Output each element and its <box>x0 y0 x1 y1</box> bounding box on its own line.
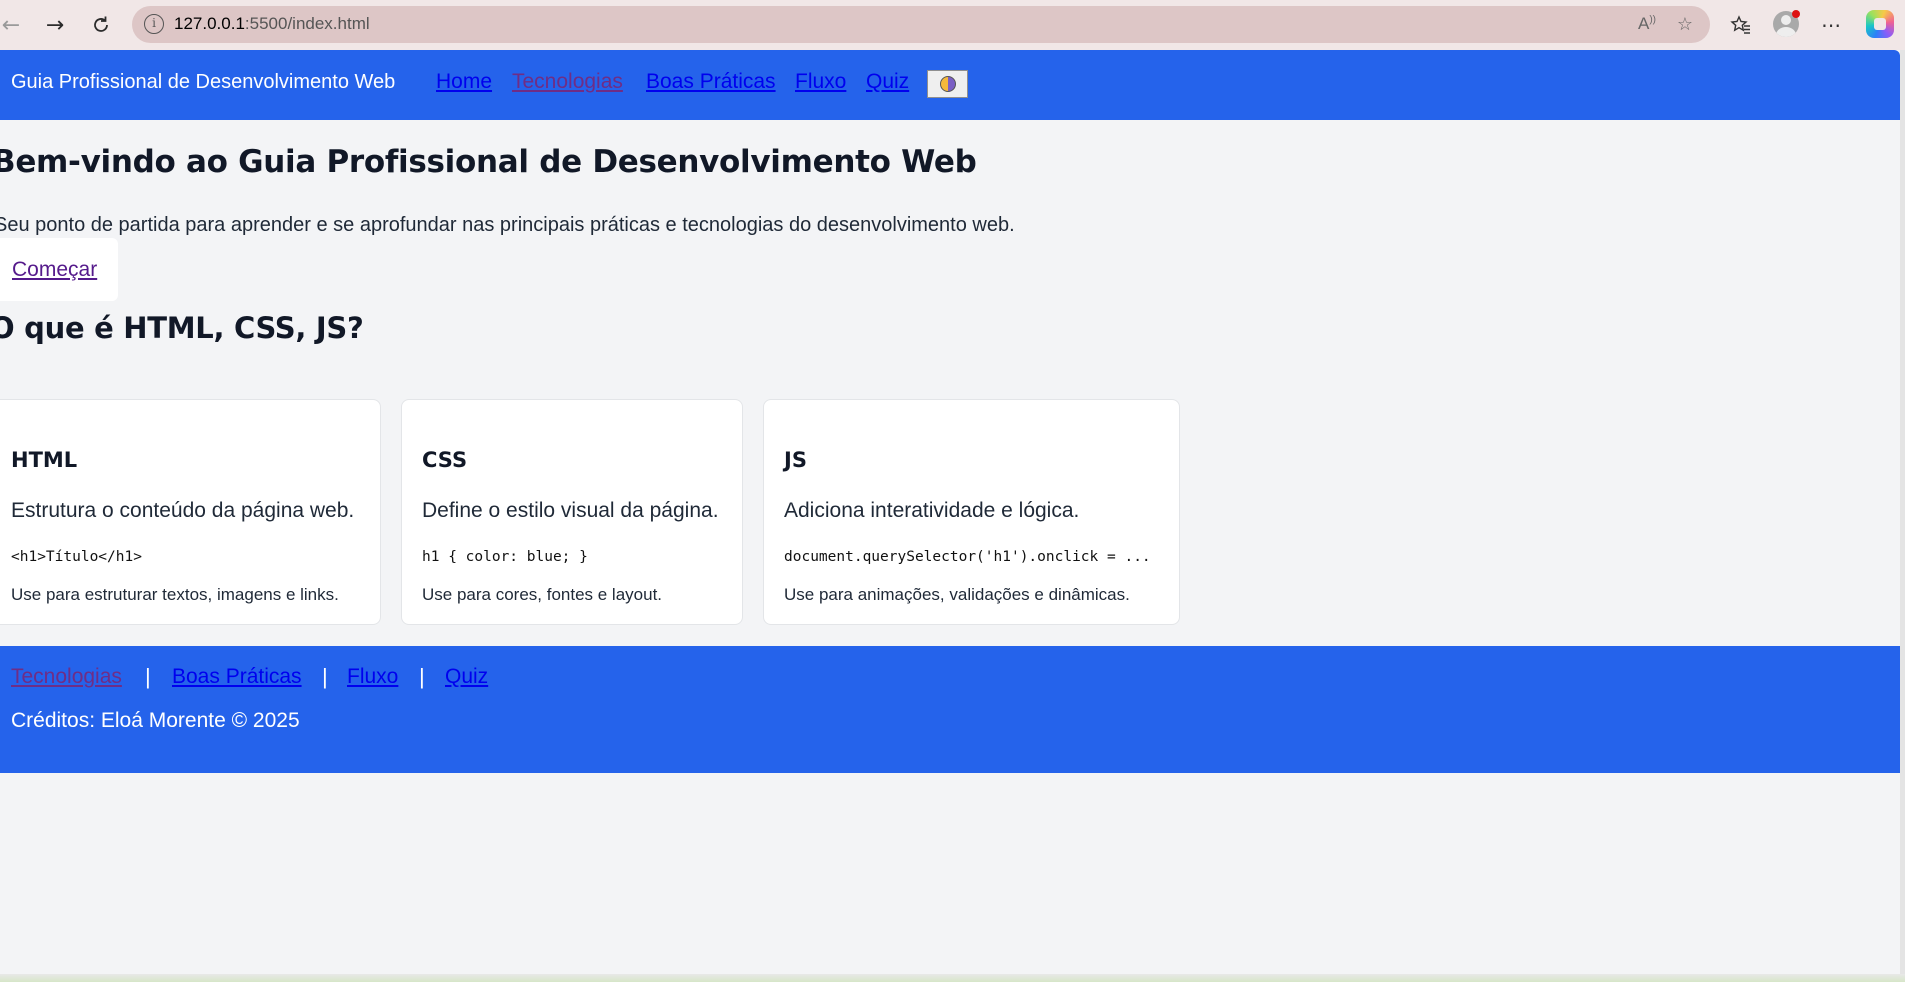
read-aloud-icon[interactable]: A)) <box>1634 11 1660 37</box>
card-title: CSS <box>422 448 468 472</box>
card-code: <h1>Título</h1> <box>11 549 142 565</box>
site-footer: Tecnologias | Boas Práticas | Fluxo | Qu… <box>0 646 1900 773</box>
page-scrollbar[interactable] <box>1900 50 1905 974</box>
footer-link-boas-praticas[interactable]: Boas Práticas <box>172 665 302 689</box>
nav-link-quiz[interactable]: Quiz <box>866 70 909 94</box>
section-title: O que é HTML, CSS, JS? <box>0 311 364 345</box>
footer-separator: | <box>419 664 425 689</box>
theme-toggle-button[interactable] <box>927 70 968 98</box>
card-code: h1 { color: blue; } <box>422 549 588 565</box>
back-button[interactable]: ← <box>0 8 28 42</box>
footer-link-fluxo[interactable]: Fluxo <box>347 665 398 689</box>
notification-dot <box>1792 10 1800 18</box>
card-code: document.querySelector('h1').onclick = .… <box>784 549 1151 565</box>
footer-link-tecnologias[interactable]: Tecnologias <box>11 665 122 689</box>
card-description: Adiciona interatividade e lógica. <box>784 499 1080 522</box>
address-bar[interactable]: i 127.0.0.1:5500/index.html A)) ☆ <box>132 6 1710 43</box>
arrow-left-icon: ← <box>1 12 21 38</box>
card-js: JS Adiciona interatividade e lógica. doc… <box>763 399 1180 625</box>
favorites-icon[interactable] <box>1726 10 1756 40</box>
nav-link-tecnologias[interactable]: Tecnologias <box>512 70 623 94</box>
star-icon[interactable]: ☆ <box>1672 11 1698 37</box>
forward-button[interactable]: → <box>38 8 72 42</box>
card-html: HTML Estrutura o conteúdo da página web.… <box>0 399 381 625</box>
site-header: Guia Profissional de Desenvolvimento Web… <box>0 50 1900 120</box>
start-link[interactable]: Começar <box>12 258 97 282</box>
nav-link-home[interactable]: Home <box>436 70 492 94</box>
browser-toolbar: ← → i 127.0.0.1:5500/index.html A)) ☆ ⋯ <box>0 0 1905 50</box>
card-css: CSS Define o estilo visual da página. h1… <box>401 399 743 625</box>
nav-link-boas-praticas[interactable]: Boas Práticas <box>646 70 776 94</box>
card-usage: Use para animações, validações e dinâmic… <box>784 585 1130 604</box>
footer-separator: | <box>145 664 151 689</box>
card-usage: Use para estruturar textos, imagens e li… <box>11 585 339 604</box>
arrow-right-icon: → <box>45 12 65 38</box>
refresh-icon <box>94 16 108 32</box>
footer-separator: | <box>322 664 328 689</box>
info-icon[interactable]: i <box>144 14 164 34</box>
footer-link-quiz[interactable]: Quiz <box>445 665 488 689</box>
footer-credits: Créditos: Eloá Morente © 2025 <box>11 709 300 732</box>
more-icon[interactable]: ⋯ <box>1816 10 1846 40</box>
window-bottom-edge <box>0 974 1905 982</box>
card-title: JS <box>784 448 807 472</box>
hero-title: Bem-vindo ao Guia Profissional de Desenv… <box>0 144 977 180</box>
card-title: HTML <box>11 448 78 472</box>
nav-link-fluxo[interactable]: Fluxo <box>795 70 846 94</box>
hero-subtitle: Seu ponto de partida para aprender e se … <box>0 214 1015 236</box>
card-description: Define o estilo visual da página. <box>422 499 719 522</box>
card-description: Estrutura o conteúdo da página web. <box>11 499 355 522</box>
page-viewport: Guia Profissional de Desenvolvimento Web… <box>0 50 1900 974</box>
theme-toggle-icon <box>939 76 956 92</box>
url-text[interactable]: 127.0.0.1:5500/index.html <box>174 14 370 34</box>
copilot-icon[interactable] <box>1866 10 1894 38</box>
refresh-button[interactable] <box>84 8 118 42</box>
site-brand: Guia Profissional de Desenvolvimento Web <box>11 71 396 93</box>
card-usage: Use para cores, fontes e layout. <box>422 585 663 604</box>
